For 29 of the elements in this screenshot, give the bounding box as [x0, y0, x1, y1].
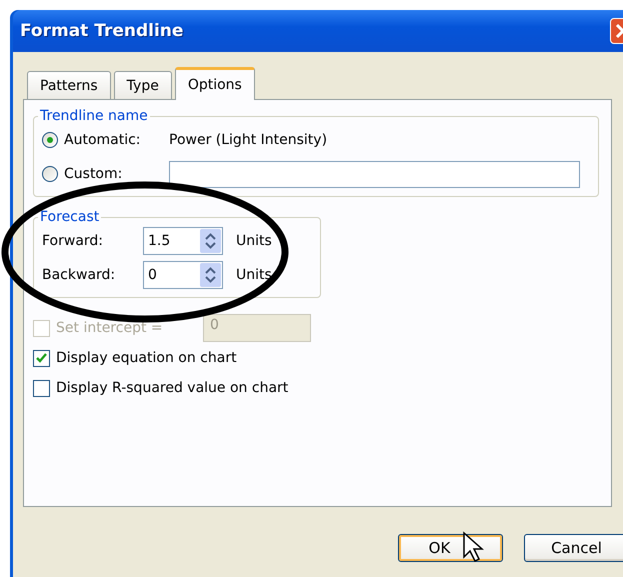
trendline-name-value: Power (Light Intensity)	[169, 132, 328, 148]
unit-label: Units	[236, 233, 272, 249]
dialog-button[interactable]: Cancel	[524, 534, 623, 562]
radio-label: Automatic:	[64, 132, 142, 148]
window-title: Format Trendline	[20, 21, 184, 41]
checkmark-icon	[36, 353, 47, 363]
radio-label: Custom:	[64, 166, 124, 182]
number-spinner[interactable]: 1.5	[143, 227, 223, 255]
custom-name-field[interactable]	[169, 160, 580, 188]
tab[interactable]: Options	[174, 67, 255, 100]
tab[interactable]: Type	[114, 71, 172, 99]
spin-arrows-icon	[205, 266, 216, 284]
group-label: Trendline name	[39, 108, 149, 124]
group-label: Forecast	[39, 209, 100, 225]
spin-arrows-icon	[205, 232, 216, 250]
checkbox[interactable]	[33, 350, 50, 366]
checkbox[interactable]	[33, 380, 50, 396]
field-label: Backward:	[42, 267, 116, 283]
field-label: Forward:	[42, 233, 104, 249]
radio-button[interactable]	[42, 166, 58, 182]
checkbox-label: Display equation on chart	[56, 350, 237, 366]
cursor-icon	[462, 531, 484, 563]
radio-button[interactable]	[42, 132, 58, 148]
unit-label: Units	[236, 267, 272, 283]
checkbox-label: Set intercept =	[56, 320, 164, 336]
dialog-button[interactable]: OK	[398, 534, 503, 562]
tab[interactable]: Patterns	[27, 71, 111, 99]
number-spinner[interactable]: 0	[143, 261, 223, 289]
checkbox-label: Display R-squared value on chart	[56, 380, 288, 396]
